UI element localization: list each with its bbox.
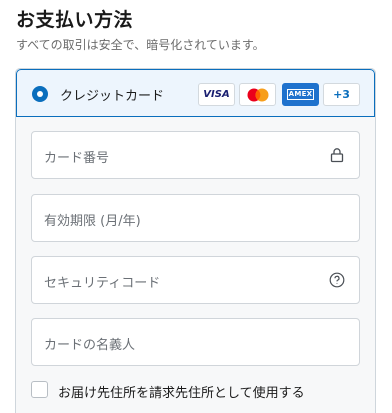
payment-panel: クレジットカード VISA AMEX +3 カード番号 有効期限 (月/年) セ… bbox=[15, 68, 376, 413]
lock-icon bbox=[329, 147, 345, 163]
amex-logo-text: AMEX bbox=[286, 89, 315, 100]
more-brands-badge: +3 bbox=[323, 83, 360, 106]
credit-card-radio[interactable] bbox=[32, 86, 48, 102]
cardholder-name-field[interactable]: カードの名義人 bbox=[31, 318, 360, 366]
mastercard-logo-icon bbox=[239, 83, 276, 106]
security-note: すべての取引は安全で、暗号化されています。 bbox=[16, 38, 265, 52]
cardholder-name-placeholder: カードの名義人 bbox=[44, 338, 136, 353]
help-circle-icon[interactable] bbox=[329, 272, 345, 288]
security-code-field[interactable]: セキュリティコード bbox=[31, 256, 360, 304]
billing-same-as-shipping-label[interactable]: お届け先住所を請求先住所として使用する bbox=[58, 382, 305, 401]
card-number-field[interactable]: カード番号 bbox=[31, 131, 360, 179]
billing-same-as-shipping-checkbox[interactable] bbox=[31, 381, 48, 398]
card-number-placeholder: カード番号 bbox=[44, 151, 110, 166]
expiry-field[interactable]: 有効期限 (月/年) bbox=[31, 194, 360, 242]
credit-card-option[interactable]: クレジットカード VISA AMEX +3 bbox=[16, 69, 375, 117]
amex-logo-icon: AMEX bbox=[282, 83, 319, 106]
page-title: お支払い方法 bbox=[16, 9, 134, 31]
visa-logo-icon: VISA bbox=[198, 83, 235, 106]
security-code-placeholder: セキュリティコード bbox=[44, 276, 161, 291]
expiry-placeholder: 有効期限 (月/年) bbox=[44, 214, 141, 229]
billing-same-as-shipping-row[interactable]: お届け先住所を請求先住所として使用する bbox=[31, 379, 360, 401]
credit-card-label: クレジットカード bbox=[60, 89, 165, 104]
